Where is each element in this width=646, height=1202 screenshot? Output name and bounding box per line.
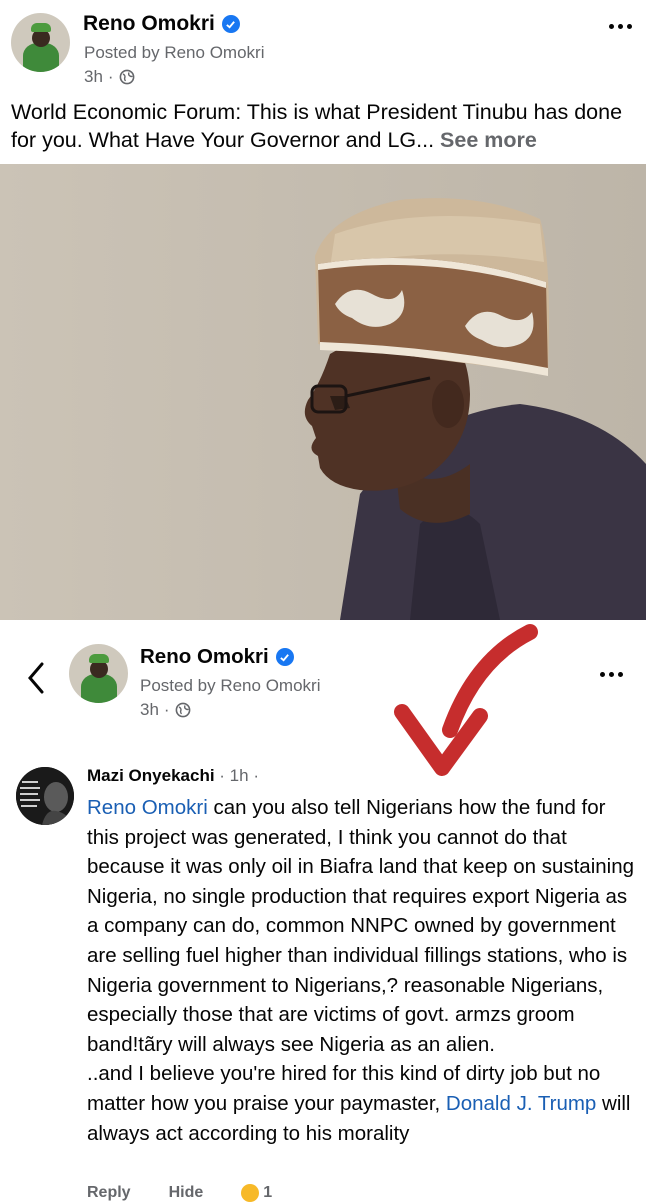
post-time[interactable]: 3h [84,67,103,87]
post-caption: World Economic Forum: This is what Presi… [11,98,636,154]
see-more-link[interactable]: See more [440,128,537,152]
comment-actions: Reply Hide 1 [87,1184,272,1202]
globe-icon [175,702,191,718]
time-separator: · [107,67,114,86]
mention-link[interactable]: Reno Omokri [87,796,208,819]
reaction-summary[interactable]: 1 [241,1184,272,1202]
comment-time: · 1h · [219,766,259,785]
hide-button[interactable]: Hide [169,1184,204,1202]
commenter-name-row: Mazi Onyekachi · 1h · [87,766,259,786]
author-avatar[interactable] [11,13,70,72]
mention-link-trump[interactable]: Donald J. Trump [446,1092,596,1115]
globe-icon [119,69,135,85]
post-photo[interactable] [0,164,646,620]
posted-by: Posted by Reno Omokri [84,43,265,62]
quoted-author-name[interactable]: Reno Omokri [140,645,269,669]
quoted-post-header: Reno Omokri Posted by Reno Omokri 3h · [0,620,646,750]
more-options-icon[interactable] [609,24,632,29]
author-name[interactable]: Reno Omokri [83,12,215,36]
comment-text-main: can you also tell Nigerians how the fund… [87,796,635,1056]
quoted-post-time[interactable]: 3h [140,700,159,720]
verified-badge-icon [221,15,240,33]
time-separator: · [163,700,170,719]
more-options-icon[interactable] [600,672,623,677]
commenter-avatar[interactable] [16,767,74,825]
post-header: Reno Omokri Posted by Reno Omokri 3h · [0,0,646,95]
commenter-name[interactable]: Mazi Onyekachi [87,766,215,785]
back-chevron-icon[interactable] [22,660,52,696]
comment-body: Reno Omokri can you also tell Nigerians … [87,793,635,1148]
verified-badge-icon [275,648,294,666]
laugh-reaction-icon [241,1184,260,1202]
quoted-posted-by: Posted by Reno Omokri [140,676,321,695]
quoted-author-avatar[interactable] [69,644,128,703]
reply-button[interactable]: Reply [87,1184,131,1202]
reaction-count: 1 [263,1184,273,1201]
